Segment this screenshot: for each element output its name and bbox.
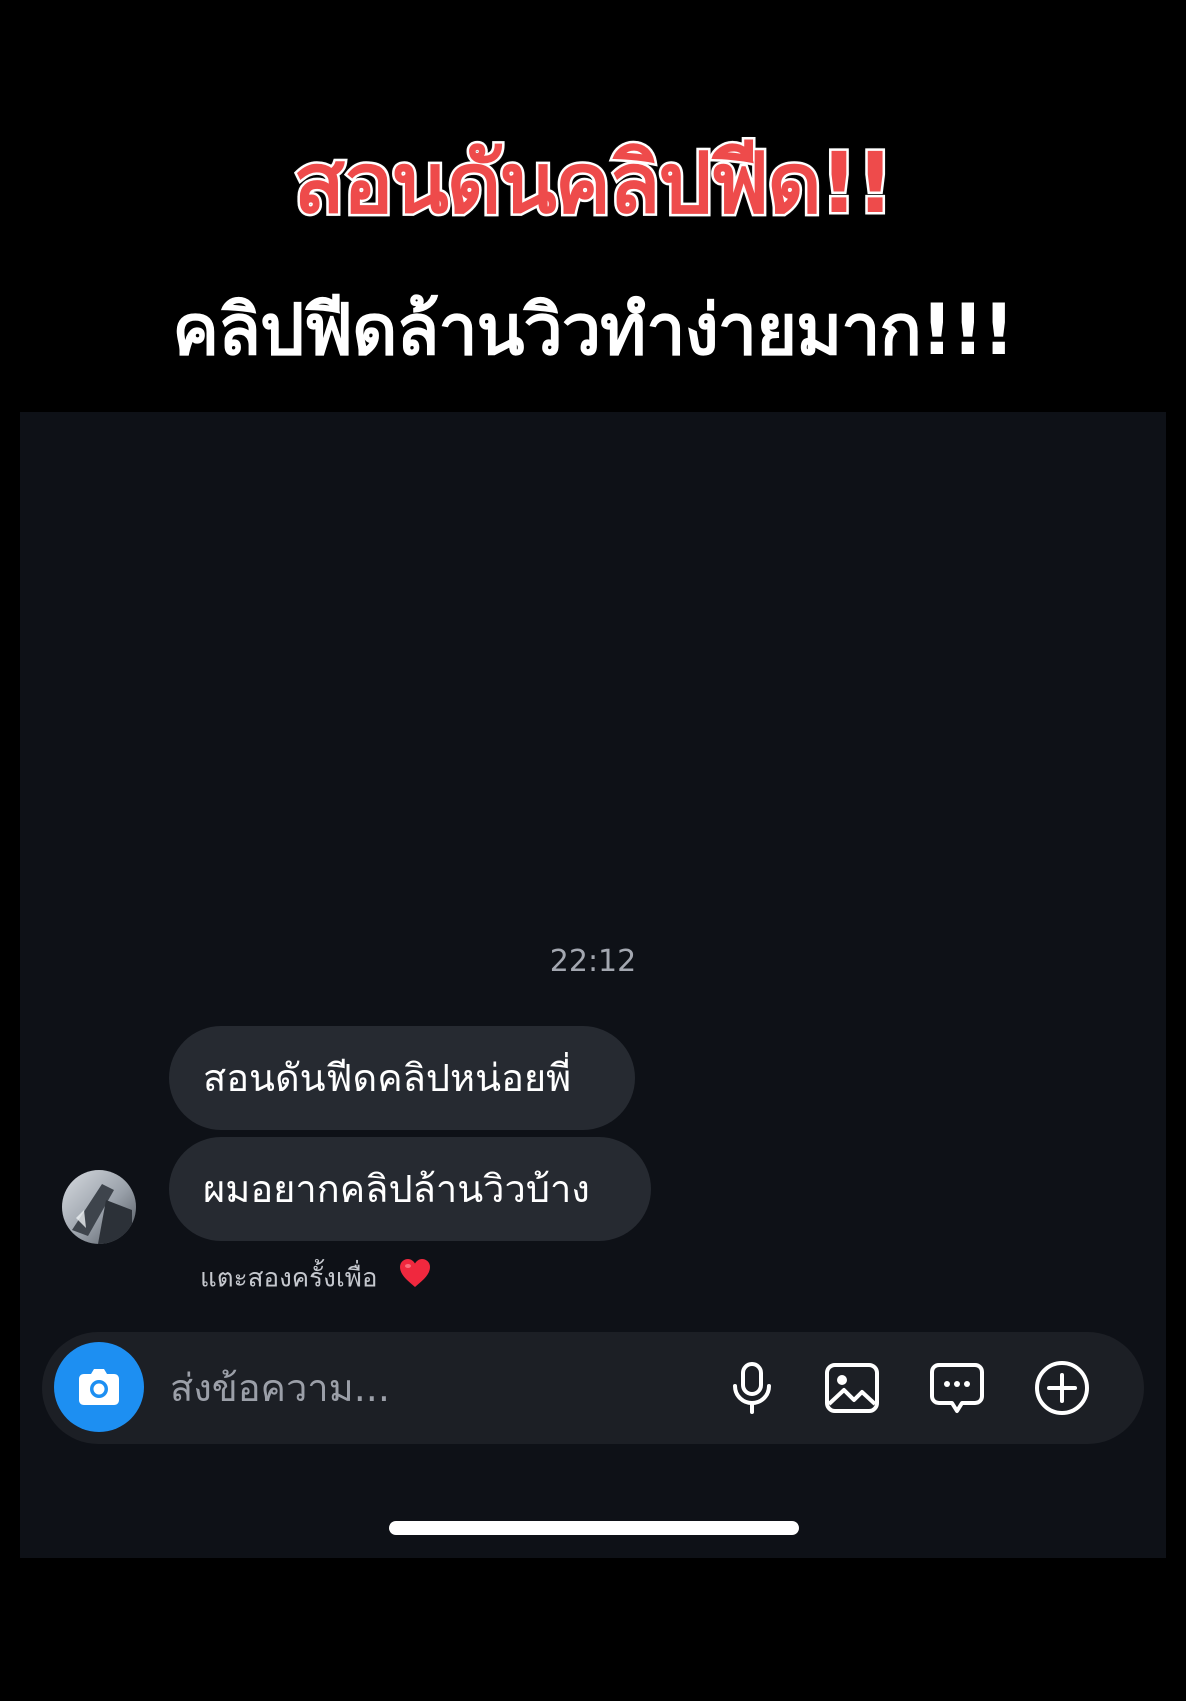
reaction-hint: แตะสองครั้งเพื่อ <box>200 1257 432 1301</box>
heart-icon <box>398 1257 432 1301</box>
plus-icon[interactable] <box>1032 1358 1092 1418</box>
avatar-photo-icon <box>72 1184 132 1244</box>
camera-icon <box>79 1369 119 1405</box>
subheadline: คลิปฟีดล้านวิวทำง่ายมาก!!! <box>172 289 1014 371</box>
avatar[interactable] <box>62 1170 136 1244</box>
message-bubble[interactable]: สอนดันฟีดคลิปหน่อยพี่ <box>169 1026 635 1130</box>
home-indicator[interactable] <box>389 1521 799 1535</box>
reaction-hint-text: แตะสองครั้งเพื่อ <box>200 1263 378 1294</box>
message-composer <box>42 1332 1144 1444</box>
message-bubble[interactable]: ผมอยากคลิปล้านวิวบ้าง <box>169 1137 651 1241</box>
message-input[interactable] <box>170 1358 610 1418</box>
headline: สอนดันคลิปฟีด!! <box>291 132 897 235</box>
chat-screen: 22:12 สอนดันฟีดคลิปหน่อยพี่ ผมอยากคลิปล้… <box>20 412 1166 1558</box>
image-icon[interactable] <box>822 1358 882 1418</box>
sticker-icon[interactable] <box>927 1358 987 1418</box>
microphone-icon[interactable] <box>722 1358 782 1418</box>
message-timestamp: 22:12 <box>549 944 637 979</box>
camera-button[interactable] <box>54 1342 144 1432</box>
